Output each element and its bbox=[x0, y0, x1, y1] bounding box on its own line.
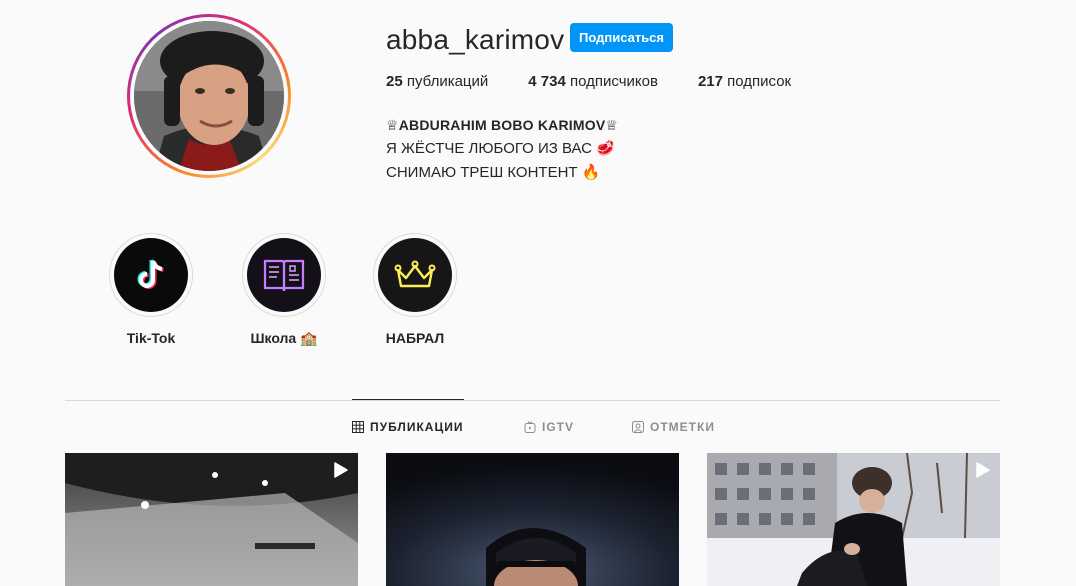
highlight-label: Tik-Tok bbox=[126, 330, 176, 346]
highlight-ring bbox=[242, 233, 326, 317]
profile-username: abba_karimov bbox=[386, 24, 565, 55]
posts-label: публикаций bbox=[402, 73, 489, 90]
tab-label: ПУБЛИКАЦИИ bbox=[370, 420, 464, 434]
bio-line-1: Я ЖЁСТЧЕ ЛЮБОГО ИЗ ВАС 🥩 bbox=[386, 140, 615, 157]
play-icon bbox=[976, 462, 990, 478]
followers-count: 4 734 bbox=[528, 73, 566, 90]
active-tab-indicator bbox=[352, 399, 464, 400]
post-thumbnail[interactable] bbox=[65, 453, 358, 586]
highlight-crown[interactable]: НАБРАЛ bbox=[372, 233, 458, 346]
profile-avatar[interactable] bbox=[127, 14, 291, 178]
tiktok-icon bbox=[114, 238, 188, 312]
grid-icon bbox=[352, 421, 364, 433]
tab-label: IGTV bbox=[542, 420, 575, 434]
tab-tagged[interactable]: ОТМЕТКИ bbox=[632, 420, 715, 434]
highlight-tiktok[interactable]: Tik-Tok bbox=[108, 233, 194, 346]
post-thumbnail[interactable] bbox=[386, 453, 679, 586]
highlight-label: НАБРАЛ bbox=[385, 330, 445, 346]
tab-igtv[interactable]: IGTV bbox=[524, 420, 574, 434]
post-image bbox=[65, 453, 358, 586]
following-stat[interactable]: 217 подписок bbox=[698, 73, 791, 90]
follow-button[interactable]: Подписаться bbox=[570, 23, 674, 52]
bio-line-2: СНИМАЮ ТРЕШ КОНТЕНТ 🔥 bbox=[386, 164, 601, 181]
igtv-icon bbox=[524, 421, 536, 433]
following-count: 217 bbox=[697, 73, 723, 90]
posts-count: 25 bbox=[386, 73, 403, 90]
post-image bbox=[386, 453, 679, 586]
post-image bbox=[707, 453, 1000, 586]
tab-label: ОТМЕТКИ bbox=[650, 420, 715, 434]
highlight-ring bbox=[373, 233, 457, 317]
highlight-label: Школа 🏫 bbox=[250, 330, 318, 346]
following-label: подписок bbox=[722, 73, 792, 90]
profile-bio: ♕ABDURAHIM BOBO KARIMOV♕ Я ЖЁСТЧЕ ЛЮБОГО… bbox=[386, 113, 618, 185]
tab-posts[interactable]: ПУБЛИКАЦИИ bbox=[352, 420, 463, 434]
tabs-divider bbox=[65, 400, 1000, 401]
highlight-ring bbox=[109, 233, 193, 317]
book-icon bbox=[247, 238, 321, 312]
post-thumbnail[interactable] bbox=[707, 453, 1000, 586]
avatar-image bbox=[134, 21, 284, 171]
bio-full-name: ♕ABDURAHIM BOBO KARIMOV♕ bbox=[386, 117, 619, 133]
profile-stats: 25 публикаций 4 734 подписчиков 217 подп… bbox=[386, 73, 831, 90]
followers-label: подписчиков bbox=[565, 73, 658, 90]
tagged-icon bbox=[632, 421, 644, 433]
followers-stat[interactable]: 4 734 подписчиков bbox=[528, 73, 658, 90]
highlight-school[interactable]: Школа 🏫 bbox=[241, 233, 327, 347]
posts-stat: 25 публикаций bbox=[386, 73, 488, 90]
play-icon bbox=[334, 462, 348, 478]
crown-icon bbox=[378, 238, 452, 312]
